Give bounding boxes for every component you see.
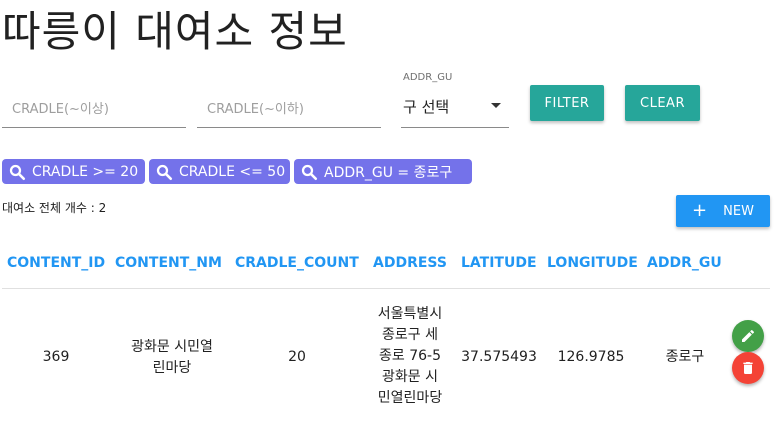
cell-line: 서울특별시 [377, 306, 443, 322]
addr-gu-label: ADDR_GU [403, 72, 453, 83]
column-header-content-nm[interactable]: CONTENT_NM [115, 255, 222, 271]
header-divider [2, 288, 770, 289]
search-icon [9, 164, 26, 180]
cell-cradle-count: 20 [288, 349, 306, 365]
plus-icon: + [692, 200, 708, 221]
column-header-cradle-count[interactable]: CRADLE_COUNT [235, 255, 359, 271]
cell-line: 린마당 [152, 360, 192, 376]
cell-line: 종로구 세 [382, 327, 438, 343]
search-icon [301, 164, 318, 180]
cell-line: 광화문 시민열 [131, 339, 213, 355]
filter-chip-cradle-max[interactable]: CRADLE <= 50 [149, 159, 290, 184]
page-title: 따릉이 대여소 정보 [2, 7, 348, 56]
clear-button[interactable]: CLEAR [625, 85, 700, 121]
cell-line: 광화문 시 [382, 369, 438, 385]
column-header-longitude[interactable]: LONGITUDE [547, 255, 638, 271]
chip-label: CRADLE <= 50 [179, 163, 286, 180]
cell-address: 서울특별시 종로구 세 종로 76-5 광화문 시 민열린마당 [355, 304, 465, 409]
filter-chip-cradle-min[interactable]: CRADLE >= 20 [2, 159, 145, 184]
column-header-address[interactable]: ADDRESS [373, 255, 447, 271]
cell-longitude: 126.9785 [557, 349, 625, 365]
trash-icon [743, 362, 753, 374]
pencil-icon [742, 329, 755, 342]
addr-gu-value: 구 선택 [403, 98, 450, 116]
cradle-min-input[interactable]: CRADLE(~이상) [2, 95, 186, 128]
cell-line: 종로 76-5 [379, 348, 441, 364]
edit-button[interactable] [732, 320, 764, 352]
cell-content-id: 369 [42, 349, 70, 365]
cell-latitude: 37.575493 [461, 349, 537, 365]
new-button-label: NEW [723, 203, 754, 219]
chip-label: CRADLE >= 20 [32, 163, 139, 180]
search-icon [156, 164, 173, 180]
caret-down-icon [491, 103, 501, 108]
column-header-latitude[interactable]: LATITUDE [461, 255, 537, 271]
cradle-min-placeholder: CRADLE(~이상) [12, 102, 109, 117]
new-button[interactable]: + NEW [676, 195, 770, 227]
cradle-max-placeholder: CRADLE(~이하) [207, 102, 304, 117]
chip-label: ADDR_GU = 종로구 [324, 164, 453, 181]
delete-button[interactable] [732, 352, 764, 384]
cell-content-nm: 광화문 시민열 린마당 [110, 337, 234, 379]
cradle-max-input[interactable]: CRADLE(~이하) [197, 95, 381, 128]
column-header-addr-gu[interactable]: ADDR_GU [647, 255, 722, 271]
total-count: 대여소 전체 개수 : 2 [2, 201, 107, 215]
cell-line: 민열린마당 [377, 390, 443, 406]
addr-gu-select[interactable]: ADDR_GU 구 선택 [401, 72, 509, 128]
cell-addr-gu: 종로구 [665, 349, 705, 365]
filter-chip-addr-gu[interactable]: ADDR_GU = 종로구 [294, 159, 472, 184]
column-header-content-id[interactable]: CONTENT_ID [7, 255, 105, 271]
filter-button[interactable]: FILTER [530, 85, 604, 121]
